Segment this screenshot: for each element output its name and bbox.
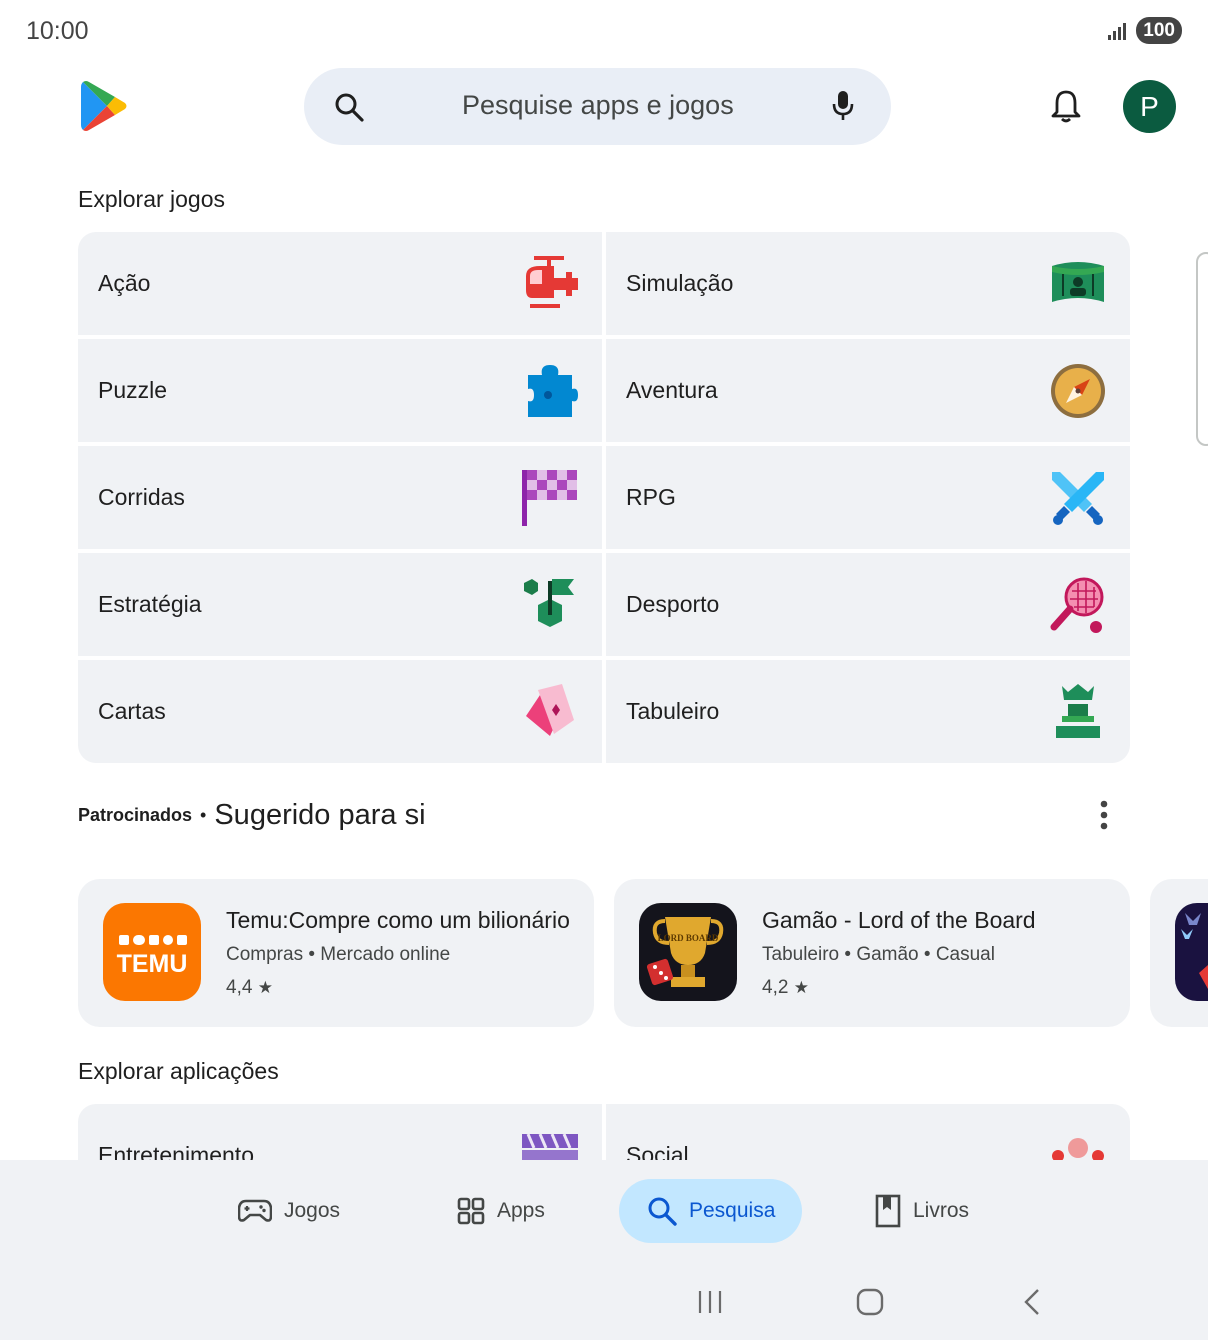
nav-label: Livros — [913, 1199, 970, 1222]
simulation-icon — [1052, 262, 1104, 302]
category-adventure[interactable]: Aventura — [606, 339, 1130, 442]
game-categories-grid: Ação Simulação Puzzle Aventura Corridas … — [78, 232, 1130, 763]
cards-icon — [526, 684, 574, 736]
star-icon: ★ — [793, 978, 809, 997]
suggested-title: Sugerido para si — [214, 798, 426, 831]
nav-search[interactable]: Pesquisa — [619, 1179, 803, 1243]
search-bar[interactable]: Pesquise apps e jogos — [304, 68, 891, 145]
search-icon — [335, 93, 364, 122]
compass-icon — [1051, 364, 1105, 418]
nav-label: Apps — [497, 1199, 545, 1222]
app-categories: Compras • Mercado online — [226, 944, 451, 965]
temu-logo: TEMU — [103, 903, 201, 1001]
explore-games-title: Explorar jogos — [78, 186, 226, 212]
recent-apps-icon[interactable] — [696, 1288, 724, 1316]
suggested-header: Patrocinados • Sugerido para si — [78, 793, 1130, 837]
lord-board-logo-text: LORD BOARD — [658, 933, 719, 943]
back-icon[interactable] — [1018, 1288, 1046, 1316]
category-label: Aventura — [626, 377, 718, 403]
backgammon-trophy-logo: LORD BOARD — [639, 903, 737, 1001]
google-play-logo[interactable] — [80, 80, 128, 132]
category-label: Puzzle — [98, 377, 168, 403]
status-time: 10:00 — [26, 17, 89, 45]
crossed-swords-icon — [1052, 472, 1104, 525]
battery-level: 100 — [1136, 17, 1182, 44]
rating-value: 4,2 — [762, 977, 789, 998]
category-simulation[interactable]: Simulação — [606, 232, 1130, 335]
category-strategy[interactable]: Estratégia — [78, 553, 602, 656]
home-icon[interactable] — [856, 1288, 884, 1316]
category-sports[interactable]: Desporto — [606, 553, 1130, 656]
search-placeholder: Pesquise apps e jogos — [462, 90, 734, 120]
category-cards[interactable]: Cartas — [78, 660, 602, 763]
category-rpg[interactable]: RPG — [606, 446, 1130, 549]
partial-app-icon — [1175, 903, 1208, 1001]
temu-logo-text: TEMU — [117, 950, 188, 978]
helicopter-icon — [526, 256, 578, 308]
category-label: Ação — [98, 270, 151, 296]
checkered-flag-icon — [522, 470, 577, 526]
chess-piece-icon — [1056, 684, 1100, 738]
strategy-icon — [524, 579, 574, 627]
explore-apps-title: Explorar aplicações — [78, 1058, 279, 1084]
category-board[interactable]: Tabuleiro — [606, 660, 1130, 763]
signal-icon — [1108, 22, 1127, 40]
category-puzzle[interactable]: Puzzle — [78, 339, 602, 442]
category-label: Cartas — [98, 698, 166, 724]
app-categories: Tabuleiro • Gamão • Casual — [762, 944, 995, 965]
account-avatar[interactable]: P — [1123, 80, 1176, 133]
book-icon — [875, 1194, 901, 1228]
category-label: Tabuleiro — [626, 698, 720, 724]
status-bar: 10:00 100 — [0, 0, 1208, 62]
category-action[interactable]: Ação — [78, 232, 602, 335]
status-indicators: 100 — [1106, 17, 1182, 44]
nav-label: Pesquisa — [689, 1199, 776, 1222]
app-card-partial[interactable] — [1150, 879, 1208, 1027]
app-rating: 4,2 ★ — [762, 977, 809, 999]
category-label: Simulação — [626, 270, 734, 296]
puzzle-piece-icon — [528, 365, 578, 417]
app-rating: 4,4 ★ — [226, 977, 273, 999]
category-label: Corridas — [98, 484, 185, 510]
side-panel-handle[interactable] — [1196, 252, 1208, 446]
racket-icon — [1050, 577, 1104, 633]
nav-label: Jogos — [284, 1199, 341, 1222]
category-racing[interactable]: Corridas — [78, 446, 602, 549]
nav-books[interactable]: Livros — [875, 1179, 969, 1243]
category-label: Desporto — [626, 591, 720, 617]
notifications-bell-icon[interactable] — [1050, 88, 1082, 124]
category-label: RPG — [626, 484, 676, 510]
app-card-temu[interactable]: TEMU Temu:Compre como um bilionário Comp… — [78, 879, 594, 1027]
more-options-icon[interactable] — [1096, 799, 1112, 831]
app-card-gamao[interactable]: LORD BOARD Gamão - Lord of the Board Tab… — [614, 879, 1130, 1027]
search-icon — [648, 1197, 677, 1226]
app-name: Gamão - Lord of the Board — [762, 907, 1036, 933]
sponsored-label: Patrocinados — [78, 804, 193, 825]
category-label: Estratégia — [98, 591, 202, 617]
bottom-navigation: Jogos Apps Pesquisa Livros — [0, 1160, 1208, 1340]
separator-dot: • — [200, 804, 207, 825]
gamepad-icon — [238, 1199, 272, 1222]
rating-value: 4,4 — [226, 977, 253, 998]
nav-games[interactable]: Jogos — [238, 1179, 340, 1243]
nav-apps[interactable]: Apps — [457, 1179, 545, 1243]
top-bar: Pesquise apps e jogos P — [0, 62, 1208, 152]
microphone-icon[interactable] — [831, 89, 855, 123]
app-name: Temu:Compre como um bilionário — [226, 907, 570, 933]
apps-grid-icon — [457, 1197, 485, 1225]
star-icon: ★ — [257, 978, 273, 997]
